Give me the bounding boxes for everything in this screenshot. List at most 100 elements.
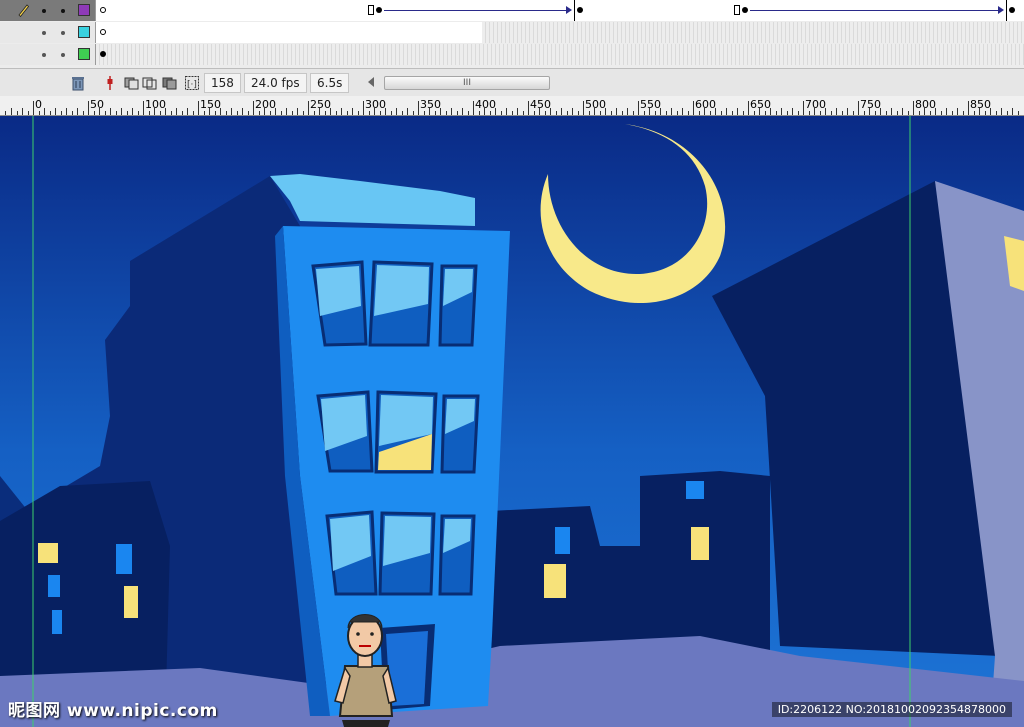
ruler-tick [875,111,876,115]
scroll-left-arrow-icon[interactable] [368,77,374,87]
ruler-tick [462,108,463,115]
visibility-dot[interactable] [42,53,46,57]
ruler-tick [622,111,623,115]
onion-skin-outlines-icon[interactable] [142,75,158,91]
ruler-tick [451,108,452,115]
ruler-label: 750 [860,98,881,111]
ruler-tick [352,108,353,115]
layer-frames[interactable] [96,0,1024,21]
visibility-dot[interactable] [42,31,46,35]
ruler-tick [292,111,293,115]
center-frame-icon[interactable] [102,75,118,91]
ruler-tick [446,111,447,115]
layer-header[interactable] [0,0,96,21]
ruler-tick [479,111,480,115]
ruler-tick [688,111,689,115]
layer-frames[interactable] [96,44,1024,65]
ruler-label: 100 [145,98,166,111]
ruler-tick [528,101,529,115]
timeline-layer-2[interactable] [0,22,1024,43]
edit-multiple-frames-icon[interactable] [162,75,178,91]
ruler-tick [28,111,29,115]
ruler-tick [39,111,40,115]
ruler-tick [974,111,975,115]
keyframe-empty[interactable] [100,7,106,13]
frame-rate-field[interactable]: 24.0 fps [244,73,307,93]
ruler-tick [655,111,656,115]
keyframe-empty[interactable] [100,29,106,35]
ruler-tick [743,111,744,115]
timeline-scroll-thumb[interactable]: III [384,76,550,90]
ruler-tick [534,111,535,115]
ruler-tick [682,108,683,115]
ruler-tick [517,108,518,115]
ruler-tick [341,108,342,115]
ruler-tick [418,101,419,115]
ruler-tick [435,111,436,115]
ruler-tick [930,111,931,115]
visibility-dot[interactable] [42,9,46,13]
trash-icon[interactable] [70,75,86,91]
keyframe[interactable] [1009,7,1015,13]
ruler-tick [116,111,117,115]
frame-end-marker[interactable] [734,5,740,15]
timeline-layer-3[interactable] [0,44,1024,65]
ruler-tick [968,101,969,115]
ruler-tick [468,111,469,115]
ruler-tick [781,108,782,115]
ruler-tick [545,111,546,115]
ruler-tick [941,111,942,115]
outline-color-swatch[interactable] [78,48,90,60]
tween-arrow [998,6,1004,14]
ruler-tick [963,111,964,115]
ruler-tick [88,101,89,115]
layer-header[interactable] [0,44,96,65]
frame-end-marker[interactable] [368,5,374,15]
ruler-tick [143,101,144,115]
ruler-tick [204,111,205,115]
window [124,586,138,618]
keyframe[interactable] [376,7,382,13]
ruler-tick [160,111,161,115]
ruler-tick [11,108,12,115]
ruler-tick [512,111,513,115]
layer-frames[interactable] [96,22,1024,43]
keyframe[interactable] [742,7,748,13]
keyframe[interactable] [100,51,106,57]
ruler-label: 200 [255,98,276,111]
lock-dot[interactable] [61,9,65,13]
ruler-label: 650 [750,98,771,111]
watermark-id: ID:2206122 NO:20181002092354878000 [771,702,1012,717]
ruler-tick [919,111,920,115]
window [116,544,132,574]
ruler-tick [842,111,843,115]
stage-canvas[interactable]: 昵图网 www.nipic.com ID:2206122 NO:20181002… [0,116,1024,727]
onion-skin-icon[interactable] [124,75,140,91]
ruler-tick [913,101,914,115]
ruler-tick [897,111,898,115]
pencil-icon [18,4,30,17]
ruler-tick [314,111,315,115]
outline-color-swatch[interactable] [78,4,90,16]
ruler-tick [952,111,953,115]
lock-dot[interactable] [61,53,65,57]
ruler-tick [638,101,639,115]
timeline-layer-1[interactable] [0,0,1024,21]
window [555,527,570,554]
ruler-tick [858,101,859,115]
ruler-tick [105,111,106,115]
ruler-tick [396,108,397,115]
ruler-tick [561,108,562,115]
ruler-label: 850 [970,98,991,111]
ruler-label: 0 [35,98,42,111]
timeline-panel: [·] 158 24.0 fps 6.5s III [0,0,1024,96]
modify-onion-markers-icon[interactable]: [·] [184,75,200,91]
layer-header[interactable] [0,22,96,43]
ruler-tick [600,111,601,115]
outline-color-swatch[interactable] [78,26,90,38]
lock-dot[interactable] [61,31,65,35]
ruler-tick [253,101,254,115]
ruler-tick [286,108,287,115]
keyframe[interactable] [577,7,583,13]
ruler-tick [765,111,766,115]
